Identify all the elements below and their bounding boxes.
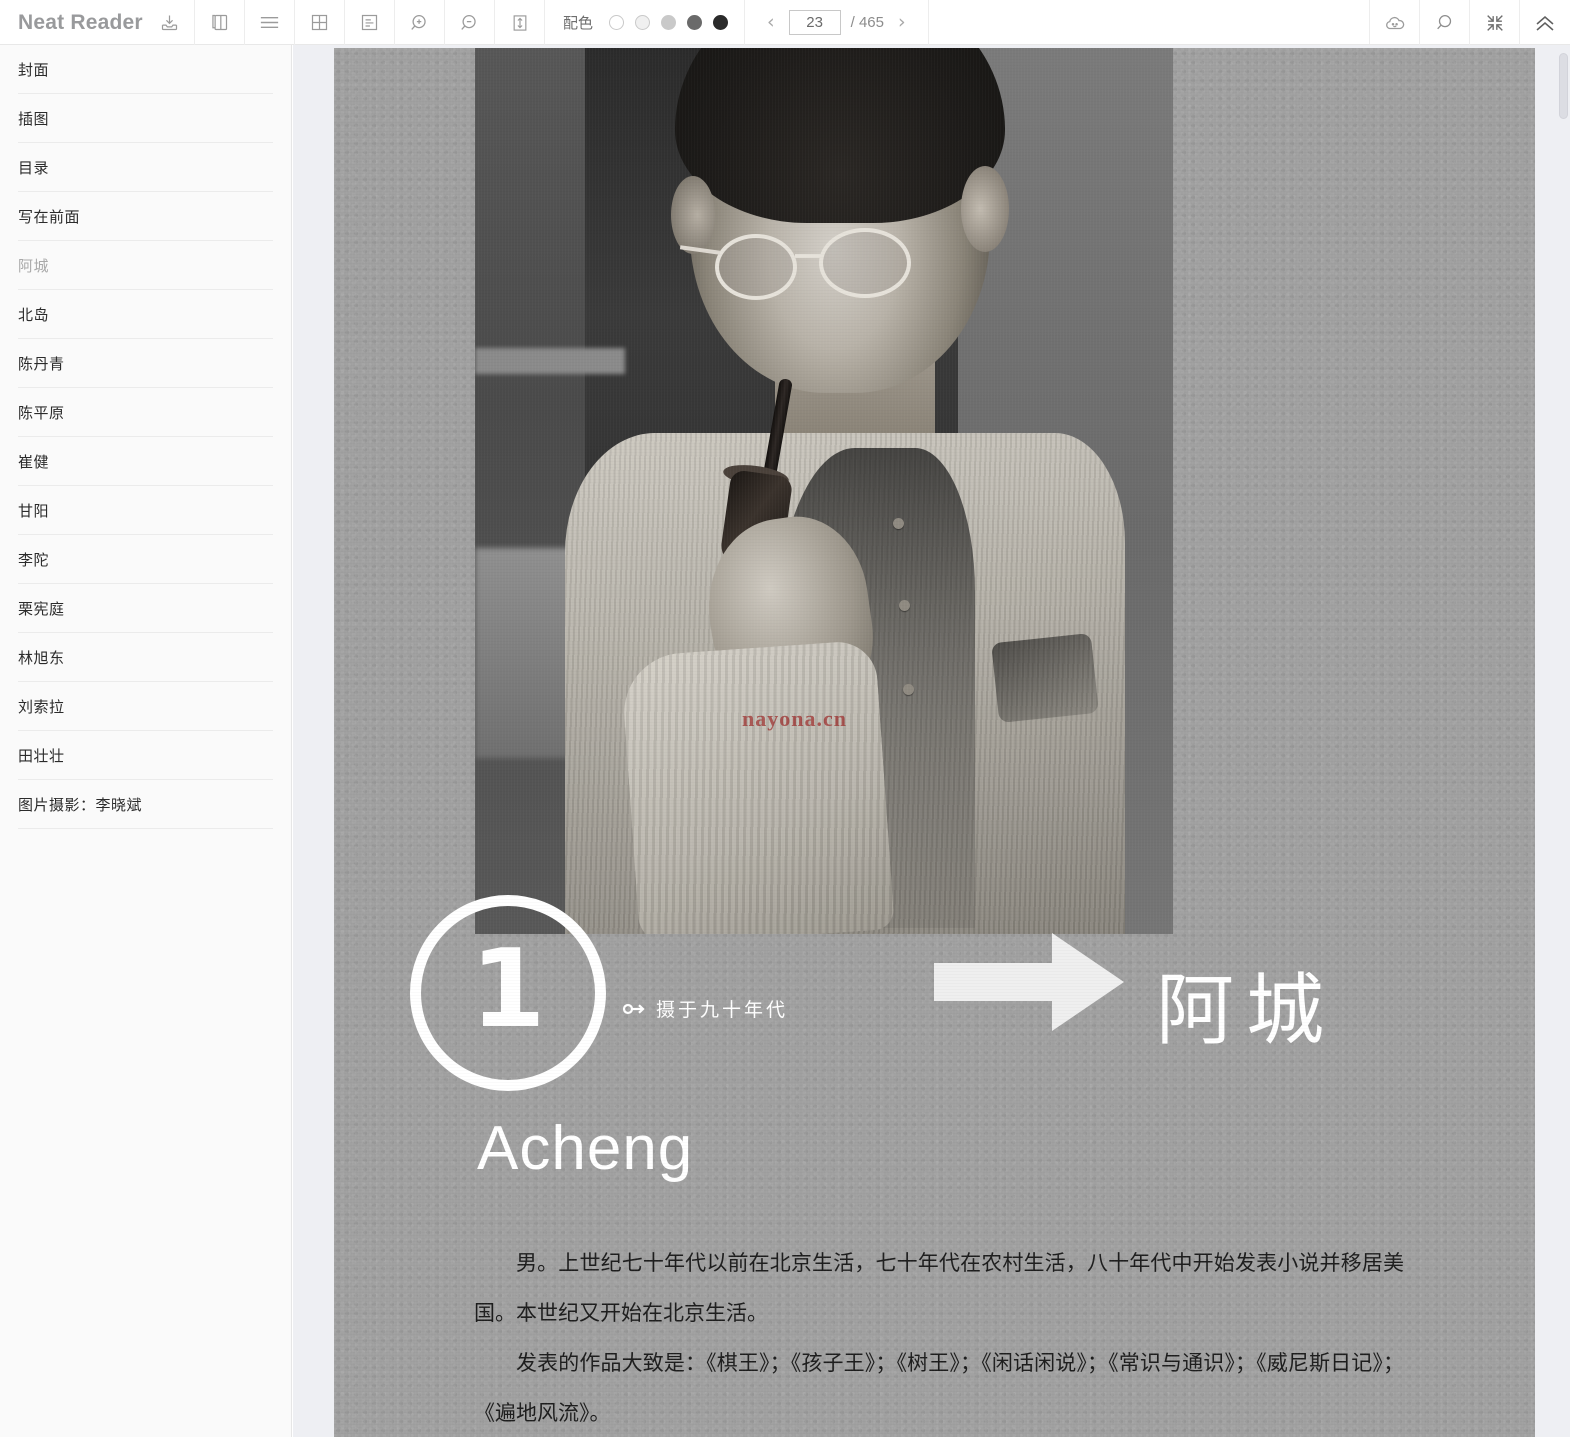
app-brand: Neat Reader	[0, 0, 145, 45]
biography-paragraph-1: 男。上世纪七十年代以前在北京生活，七十年代在农村生活，八十年代中开始发表小说并移…	[474, 1251, 1404, 1325]
top-toolbar: Neat Reader 配色 ‹ 23 / 465 ›	[0, 0, 1570, 45]
color-scheme-label: 配色	[563, 15, 594, 32]
color-scheme-picker[interactable]: 配色	[545, 0, 746, 45]
toolbar-spacer	[929, 0, 1370, 44]
biography-paragraph-2: 发表的作品大致是：《棋王》；《孩子王》；《树王》；《闲话闲说》；《常识与通识》；…	[474, 1351, 1404, 1425]
sidebar-item-lituo[interactable]: 李陀	[18, 535, 273, 584]
cloud-icon[interactable]	[1370, 0, 1420, 45]
sidebar-item-chendanqing[interactable]: 陈丹青	[18, 339, 273, 388]
toolbar-right-group	[1370, 0, 1570, 45]
page-navigation: ‹ / 465 ›	[745, 0, 929, 45]
sidebar-item-chenpingyuan[interactable]: 陈平原	[18, 388, 273, 437]
sidebar-item-beidao[interactable]: 北岛	[18, 290, 273, 339]
biography-text: 男。上世纪七十年代以前在北京生活，七十年代在农村生活，八十年代中开始发表小说并移…	[474, 1238, 1404, 1437]
fit-height-icon[interactable]	[495, 0, 545, 45]
color-swatch-4[interactable]	[687, 15, 703, 30]
zoom-out-icon[interactable]	[445, 0, 495, 45]
vertical-scrollbar-thumb[interactable]	[1559, 53, 1568, 119]
hamburger-menu-icon[interactable]	[245, 0, 295, 45]
sidebar-item-linxudong[interactable]: 林旭东	[18, 633, 273, 682]
caption-arrow-icon	[623, 1003, 645, 1014]
search-icon[interactable]	[1420, 0, 1470, 45]
chapter-number-text: 1	[470, 927, 546, 1052]
sidebar-item-illustrations[interactable]: 插图	[18, 94, 273, 143]
total-pages-label: / 465	[850, 14, 884, 31]
color-swatch-1[interactable]	[609, 15, 625, 30]
reader-viewport[interactable]: nayona.cn 1 摄于九十年代 阿城 Acheng 男。上世纪七十年代以前…	[293, 45, 1570, 1437]
vertical-scrollbar-track[interactable]	[1556, 45, 1570, 1437]
duplicate-page-icon[interactable]	[195, 0, 245, 45]
grid-layout-icon[interactable]	[295, 0, 345, 45]
table-of-contents-sidebar[interactable]: 封面 插图 目录 写在前面 阿城 北岛 陈丹青 陈平原 崔健 甘阳 李陀 栗宪庭…	[0, 45, 292, 1437]
sidebar-item-tianzhuangzhuang[interactable]: 田壮壮	[18, 731, 273, 780]
chapter-number-badge: 1	[410, 895, 606, 1091]
sidebar-item-contents[interactable]: 目录	[18, 143, 273, 192]
sidebar-item-ganyang[interactable]: 甘阳	[18, 486, 273, 535]
sidebar-item-liusuola[interactable]: 刘索拉	[18, 682, 273, 731]
app-title: Neat Reader	[18, 10, 143, 34]
sidebar-item-lixianting[interactable]: 栗宪庭	[18, 584, 273, 633]
author-name-english: Acheng	[477, 1114, 694, 1183]
sidebar-item-acheng[interactable]: 阿城	[18, 241, 273, 290]
import-icon[interactable]	[145, 0, 195, 45]
book-page: nayona.cn 1 摄于九十年代 阿城 Acheng 男。上世纪七十年代以前…	[334, 48, 1535, 1437]
color-swatch-3[interactable]	[661, 15, 677, 30]
collapse-icon[interactable]	[1470, 0, 1520, 45]
sidebar-item-cuijian[interactable]: 崔健	[18, 437, 273, 486]
sidebar-item-preface[interactable]: 写在前面	[18, 192, 273, 241]
author-name-chinese: 阿城	[1156, 966, 1337, 1056]
photo-caption-text: 摄于九十年代	[656, 999, 789, 1021]
big-arrow-icon	[934, 933, 1124, 1031]
sidebar-item-cover[interactable]: 封面	[18, 45, 273, 94]
prev-page-button[interactable]: ‹	[763, 13, 779, 32]
text-layout-icon[interactable]	[345, 0, 395, 45]
color-swatch-2[interactable]	[635, 15, 651, 30]
chevron-double-up-icon[interactable]	[1520, 0, 1570, 45]
photo-caption-row: 摄于九十年代	[623, 995, 788, 1022]
sidebar-item-photographer[interactable]: 图片摄影：李晓斌	[18, 780, 273, 829]
next-page-button[interactable]: ›	[894, 13, 910, 32]
zoom-in-icon[interactable]	[395, 0, 445, 45]
color-swatch-5[interactable]	[713, 15, 729, 30]
portrait-photo: nayona.cn	[475, 48, 1173, 934]
page-number-input[interactable]	[788, 10, 841, 35]
